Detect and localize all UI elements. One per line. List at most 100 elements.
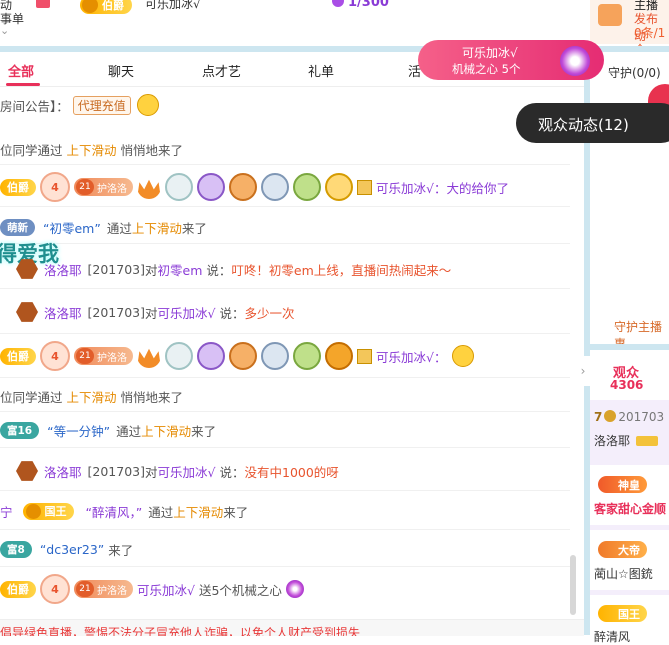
user-id: [201703] (87, 463, 145, 479)
list-item: 洛洛耶 [201703] 对 初零em 说： 叮咚！初零em上线，直播间热闹起来… (0, 256, 570, 282)
noble-label: 神皇 (618, 478, 640, 492)
divider (0, 447, 570, 448)
guard-label: 护洛洛 (97, 352, 127, 364)
audience-user-name[interactable]: 醉清风 (594, 628, 630, 645)
entry-via-link[interactable]: 上下滑动 (67, 140, 117, 159)
medal-icon (325, 173, 353, 201)
entry-via-link[interactable]: 上下滑动 (132, 218, 182, 237)
noble-badge: 神皇 (598, 476, 647, 493)
gift-notification: 可乐加冰√ 机械之心 5个 (418, 40, 604, 80)
msg-text: 来了 (108, 542, 134, 558)
tab-all[interactable]: 全部 (8, 61, 34, 80)
tab-indicator (6, 83, 40, 86)
list-item[interactable]: 7 201703 (594, 410, 664, 424)
msg-text: 对 (145, 305, 158, 321)
medal-icon (261, 173, 289, 201)
audience-activity-toggle[interactable]: 观众动态(12) (516, 103, 669, 143)
msg-text: 叮咚！初零em上线，直播间热闹起来～ (231, 262, 452, 278)
crown-icon (137, 348, 161, 368)
user-name[interactable]: “等一分钟” (47, 421, 110, 440)
user-name[interactable]: “dc3er23” (40, 542, 104, 557)
msg-text: 对 (145, 262, 158, 278)
msg-text: 通过 (106, 220, 132, 236)
audience-user-name[interactable]: 客家甜心金顺 (594, 500, 666, 517)
list-item: 洛洛耶 [201703] 对 可乐加冰√ 说： 没有中1000的呀 (0, 458, 570, 484)
medal-icon (229, 342, 257, 370)
medal-icon (293, 342, 321, 370)
list-item: 宁 国王 “醉清风，” 通过 上下滑动 来了 (0, 499, 570, 523)
msg-text: 通过 (148, 504, 174, 520)
noble-badge: 大帝 (598, 541, 647, 558)
msg-text: 位同学通过 (0, 142, 63, 158)
guard-badge: 21 护洛洛 (74, 580, 133, 598)
rank-number: 7 (594, 410, 603, 424)
audience-user-name[interactable]: 蔺山☆图銃 (594, 565, 653, 582)
noble-badge: 国王 (22, 502, 74, 520)
msg-text: 宁 (0, 504, 13, 520)
tab-gift-list[interactable]: 礼单 (308, 61, 334, 80)
notice-footer: 倡导绿色直播，警惕不法分子冒充他人诈骗，以免个人财产受到损失 (0, 619, 584, 636)
medal-icon (229, 173, 257, 201)
user-name[interactable]: 可乐加冰√ (137, 580, 195, 599)
user-name[interactable]: 洛洛耶 (44, 303, 82, 322)
entry-via-link[interactable]: 上下滑动 (141, 421, 191, 440)
top-strip-user[interactable]: 可乐加冰√ (145, 0, 201, 12)
divider (0, 566, 570, 567)
msg-text: 说： (219, 464, 245, 480)
level-badge: 4 (40, 341, 70, 371)
chevron-right-icon[interactable]: › (576, 356, 590, 386)
medal-icon (165, 342, 193, 370)
user-id: [201703] (87, 261, 145, 277)
user-name[interactable]: 可乐加冰√ (376, 347, 434, 366)
noble-label: 国王 (618, 607, 640, 621)
msg-text: 来了 (191, 423, 217, 439)
list-item: 萌新 “初零em” 通过 上下滑动 来了 (0, 216, 570, 238)
user-name[interactable]: “初零em” (43, 218, 101, 237)
msg-colon: ： (433, 180, 447, 196)
lock-icon (357, 348, 372, 364)
user-name[interactable]: 可乐加冰√ (376, 178, 434, 197)
divider (0, 411, 570, 412)
lock-icon (357, 179, 372, 195)
entry-via-link[interactable]: 上下滑动 (67, 387, 117, 406)
noble-badge: 伯爵 (80, 0, 132, 14)
user-id: [201703] (87, 304, 145, 320)
chevron-down-icon[interactable]: ⌄ (0, 24, 9, 37)
divider (0, 333, 570, 334)
audience-activity-label: 观众动态(12) (538, 116, 629, 134)
guard-header: 守护(0/0) (608, 66, 661, 80)
smug-emoji-icon (452, 345, 475, 367)
user-name[interactable]: 洛洛耶 (44, 260, 82, 279)
list-item: 位同学通过 上下滑动 悄悄地来了 (0, 138, 570, 160)
tab-talent[interactable]: 点才艺 (202, 61, 241, 80)
audience-count: 4306 (610, 378, 644, 392)
chat-scrollbar[interactable] (570, 555, 576, 615)
medal-icon (197, 342, 225, 370)
host-badge-icon (16, 461, 38, 481)
target-name[interactable]: 初零em (158, 260, 203, 279)
guard-level: 21 (76, 179, 94, 195)
list-item: 伯爵 4 21 护洛洛 可乐加冰√ 送5个机械之心 (0, 574, 570, 604)
audience-user-name[interactable]: 洛洛耶 (594, 432, 630, 449)
guard-badge: 21 护洛洛 (74, 347, 133, 365)
msg-text: 悄悄地来了 (120, 389, 184, 405)
divider (0, 377, 570, 378)
noble-badge: 伯爵 (0, 178, 36, 196)
newbie-badge: 萌新 (0, 218, 35, 236)
wealth-badge: 富16 (0, 421, 40, 439)
target-name[interactable]: 可乐加冰√ (158, 462, 216, 481)
user-name[interactable]: 洛洛耶 (44, 462, 82, 481)
announcement-tag[interactable]: 代理充值 (72, 95, 131, 115)
guard-level: 21 (76, 581, 94, 597)
medal-icon (197, 173, 225, 201)
msg-text: 位同学通过 (0, 389, 63, 405)
user-name[interactable]: “醉清风，” (86, 502, 143, 521)
tab-chat[interactable]: 聊天 (108, 61, 134, 80)
msg-text: 大的给你了 (446, 180, 509, 196)
divider (0, 490, 570, 491)
target-name[interactable]: 可乐加冰√ (158, 303, 216, 322)
guard-badge: 21 护洛洛 (74, 178, 133, 196)
msg-text: 来了 (223, 504, 249, 520)
entry-via-link[interactable]: 上下滑动 (173, 502, 223, 521)
divider (0, 529, 570, 530)
